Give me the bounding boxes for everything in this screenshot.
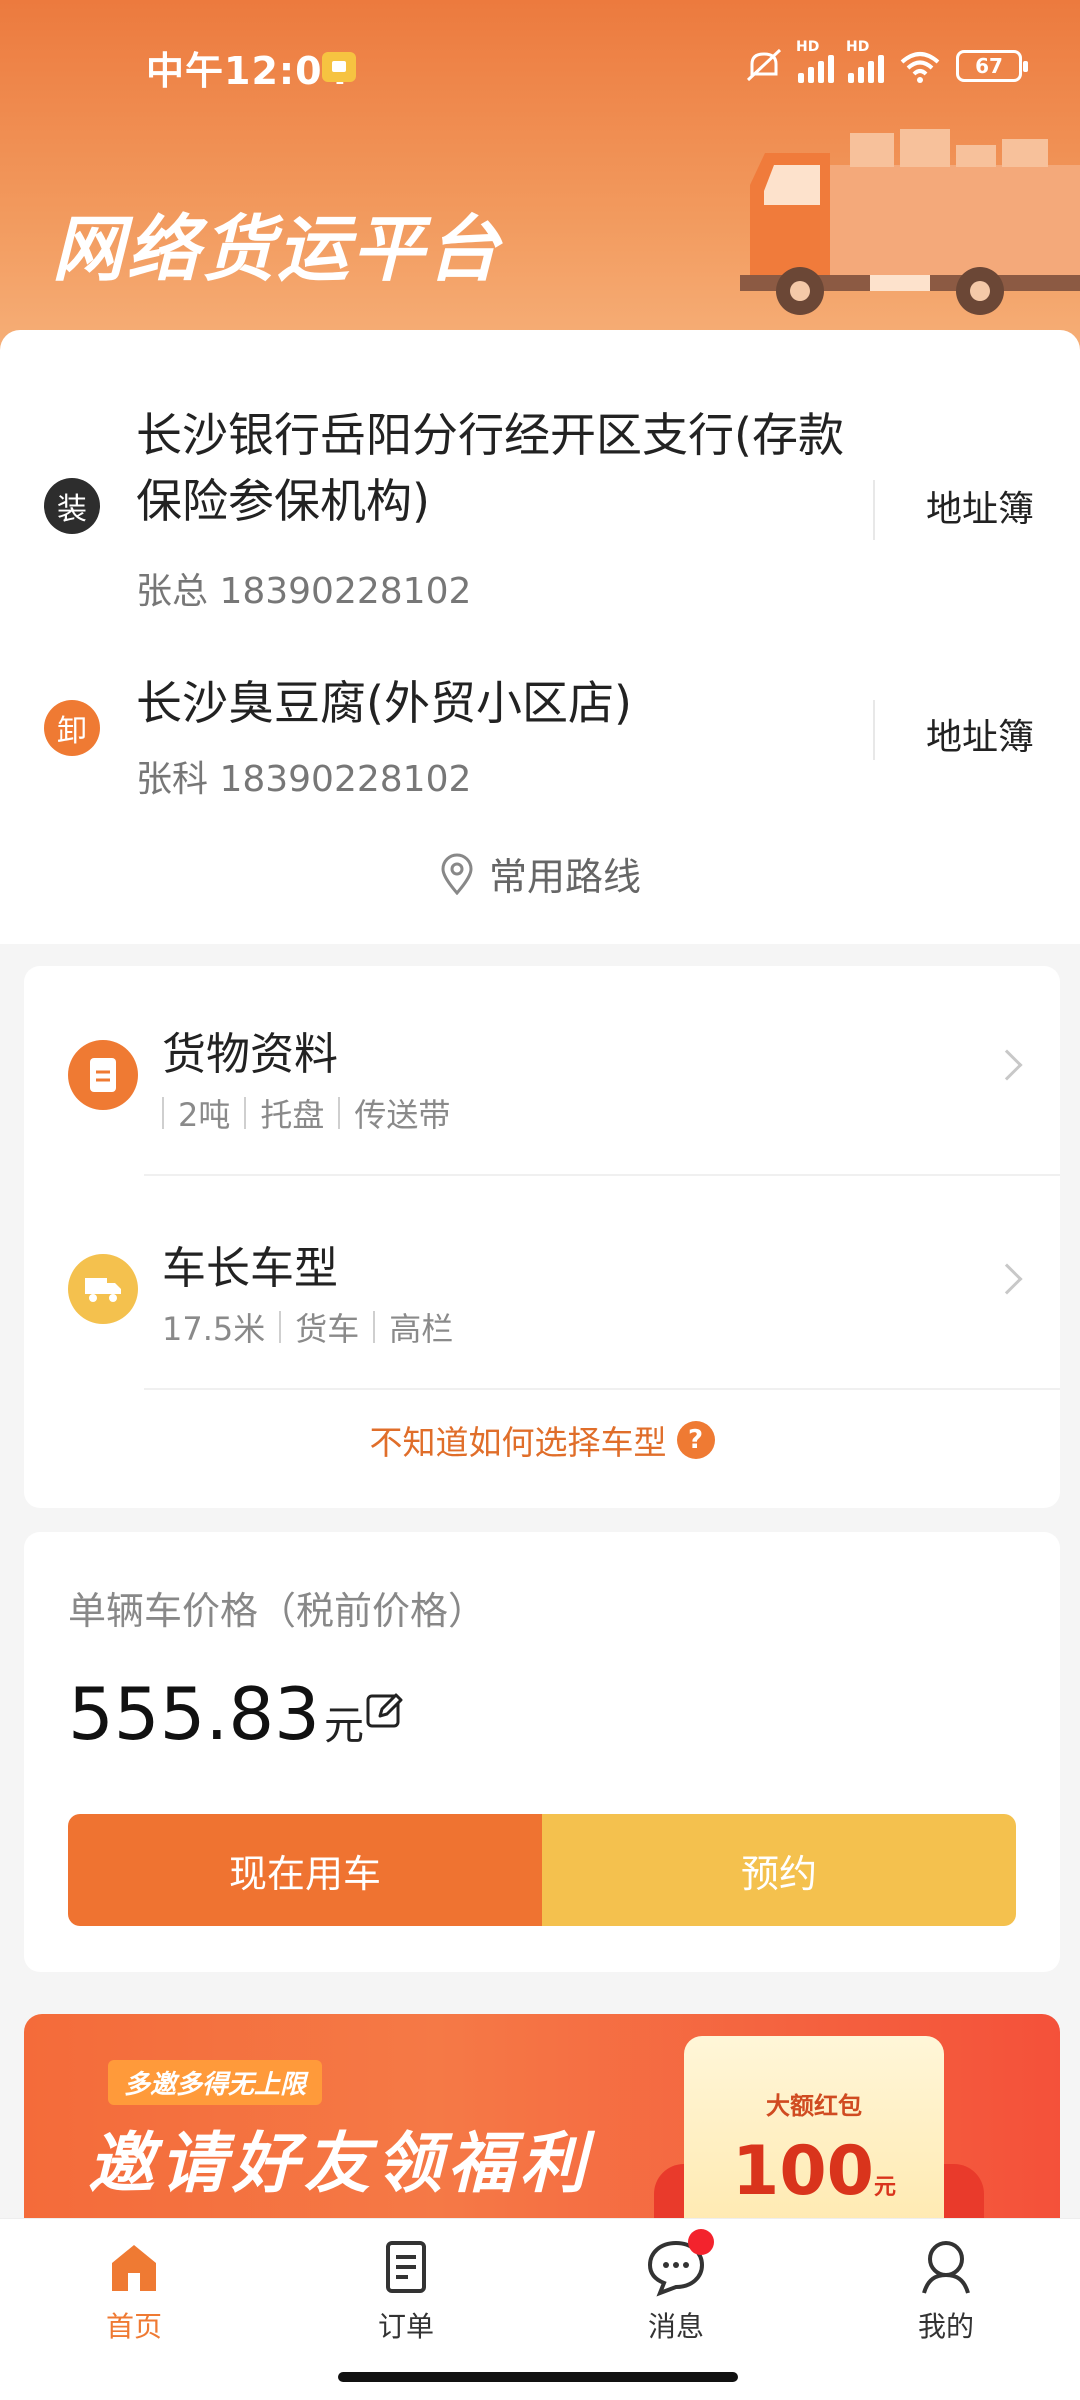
status-bar: 中午12:04 HD HD 67: [0, 0, 1080, 130]
tab-label: 我的: [917, 2310, 974, 2343]
tab-label: 消息: [647, 2310, 704, 2343]
vehicle-body: 高栏: [389, 1310, 454, 1348]
vehicle-type-summary: 17.5米 货车 高栏: [162, 1304, 453, 1350]
location-pin-icon: [441, 853, 473, 895]
hd-label: HD: [846, 39, 870, 55]
banner-headline: 邀请好友领福利: [88, 2125, 592, 2202]
hd-label: HD: [796, 39, 820, 55]
tab-label: 首页: [105, 2310, 162, 2343]
tab-profile[interactable]: 我的: [876, 2237, 1016, 2345]
vehicle-length: 17.5米: [162, 1310, 266, 1348]
document-icon: [68, 1040, 138, 1110]
vehicle-type-title: 车长车型: [162, 1243, 338, 1294]
divider: [873, 700, 875, 760]
common-routes-label: 常用路线: [488, 855, 641, 899]
price-unit: 元: [323, 1703, 364, 1749]
home-icon: [104, 2237, 164, 2297]
cargo-card: 货物资料 2吨 托盘 传送带 车长车型 17.5米 货车 高栏 不知道如何选择车…: [24, 966, 1060, 1508]
cargo-packing: 托盘: [260, 1096, 325, 1134]
signal-icon: HD: [796, 39, 834, 83]
question-icon: ?: [676, 1421, 715, 1459]
unread-dot: [688, 2229, 714, 2255]
order-icon: [376, 2237, 436, 2297]
reserve-button[interactable]: 预约: [542, 1814, 1016, 1926]
app-screen: 中午12:04 HD HD 67 网络货运平台 装 长沙银行岳阳分行经开区支行(…: [0, 0, 1080, 2400]
vehicle-help-label: 不知道如何选择车型: [369, 1423, 667, 1462]
edit-icon[interactable]: [364, 1690, 406, 1732]
mute-icon: [746, 48, 782, 82]
tab-home[interactable]: 首页: [64, 2237, 204, 2345]
cargo-info-title: 货物资料: [162, 1029, 338, 1080]
tab-messages[interactable]: 消息: [606, 2229, 746, 2345]
vehicle-kind: 货车: [295, 1310, 360, 1348]
truck-illustration: [740, 129, 1080, 315]
price-value: 555.83 元: [68, 1672, 364, 1756]
cargo-info-row[interactable]: 货物资料 2吨 托盘 传送带: [24, 966, 1060, 1176]
status-icons: HD HD 67: [744, 39, 1028, 88]
coupon-value: 100: [732, 2132, 874, 2211]
use-now-button[interactable]: 现在用车: [68, 1814, 542, 1926]
chevron-right-icon: [991, 1049, 1023, 1081]
cargo-type: 传送带: [354, 1096, 451, 1134]
load-badge: 装: [44, 478, 100, 534]
signal-icon: HD: [846, 39, 884, 83]
message-icon: [646, 2229, 714, 2297]
coupon-unit: 元: [873, 2175, 896, 2200]
banner-tag: 多邀多得无上限: [108, 2060, 323, 2105]
battery-level: 67: [975, 54, 1003, 78]
address-card: 装 长沙银行岳阳分行经开区支行(存款保险参保机构) 张总 18390228102…: [0, 330, 1080, 944]
load-address-book-button[interactable]: 地址簿: [926, 480, 1034, 532]
divider: [873, 480, 875, 540]
load-address[interactable]: 长沙银行岳阳分行经开区支行(存款保险参保机构): [136, 402, 876, 534]
unload-address-book-button[interactable]: 地址簿: [926, 708, 1034, 760]
vehicle-help-link[interactable]: 不知道如何选择车型 ?: [24, 1416, 1060, 1464]
wifi-icon: [900, 52, 940, 83]
price-label: 单辆车价格（税前价格）: [68, 1589, 487, 1633]
coupon-amount: 100元: [684, 2132, 944, 2211]
profile-icon: [916, 2237, 976, 2297]
header-banner: 中午12:04 HD HD 67 网络货运平台: [0, 0, 1080, 360]
coupon-tag: 大额红包: [766, 2092, 862, 2120]
home-indicator[interactable]: [338, 2372, 738, 2382]
cargo-info-summary: 2吨 托盘 传送带: [162, 1090, 450, 1136]
battery-icon: 67: [956, 50, 1028, 82]
price-card: 单辆车价格（税前价格） 555.83 元 现在用车 预约: [24, 1532, 1060, 1972]
order-actions: 现在用车 预约: [68, 1814, 1016, 1926]
truck-icon: [68, 1254, 138, 1324]
price-amount: 555.83: [68, 1672, 320, 1756]
unload-contact: 张科 18390228102: [136, 759, 472, 800]
unload-address[interactable]: 长沙臭豆腐(外贸小区店): [136, 670, 876, 736]
common-routes-link[interactable]: 常用路线: [0, 846, 1080, 901]
load-contact: 张总 18390228102: [136, 571, 472, 612]
tab-label: 订单: [377, 2310, 434, 2343]
notification-icon: [322, 52, 356, 82]
page-title: 网络货运平台: [52, 207, 503, 291]
status-time: 中午12:04: [146, 49, 350, 93]
unload-badge: 卸: [44, 700, 100, 756]
tab-orders[interactable]: 订单: [336, 2237, 476, 2345]
chevron-right-icon: [991, 1263, 1023, 1295]
cargo-weight: 2吨: [178, 1096, 231, 1134]
vehicle-type-row[interactable]: 车长车型 17.5米 货车 高栏: [24, 1180, 1060, 1390]
